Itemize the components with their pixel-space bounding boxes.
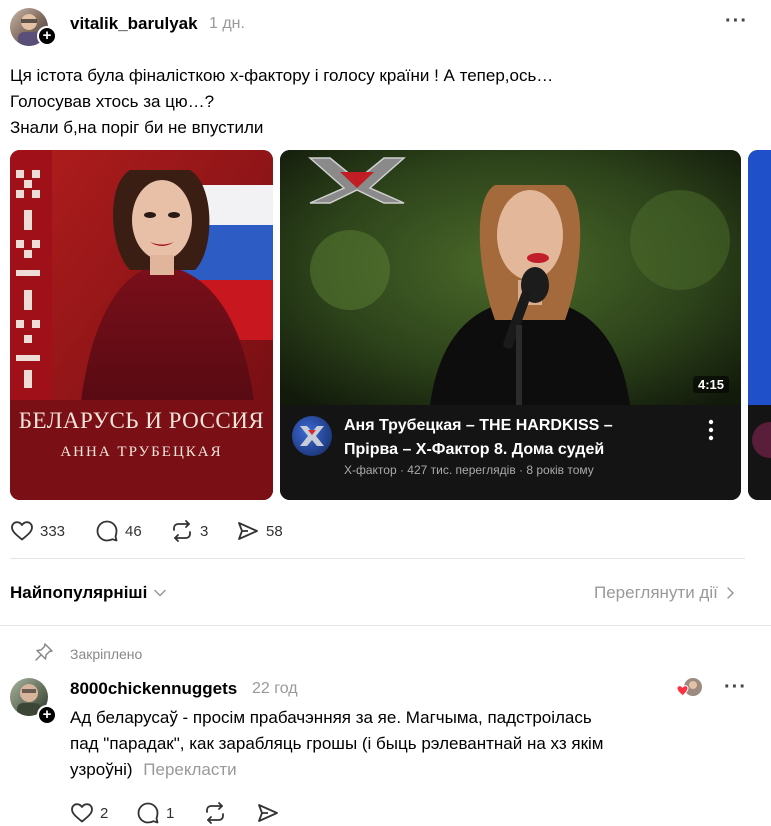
- heart-icon: [71, 803, 93, 823]
- post-body: Ця істота була фіналісткою х-фактору і г…: [10, 63, 750, 141]
- follow-plus-icon[interactable]: +: [37, 26, 57, 46]
- video-title-line[interactable]: Прірва – Х-Фактор 8. Дома судей: [344, 441, 604, 459]
- album-artist: АННА ТРУБЕЦКАЯ: [60, 444, 223, 460]
- comment-more-options-icon[interactable]: ···: [724, 676, 747, 699]
- comment-bubble-icon: [137, 802, 159, 824]
- more-options-icon[interactable]: ···: [725, 10, 748, 33]
- video-thumbnail: [280, 150, 741, 405]
- post-line: Знали б,на поріг би не впустили: [10, 118, 264, 137]
- comment-bubble-icon: [96, 520, 118, 542]
- send-icon: [238, 522, 258, 540]
- share-button[interactable]: 58: [236, 519, 283, 543]
- comment-username[interactable]: 8000chickennuggets: [70, 679, 237, 699]
- video-title-line[interactable]: Аня Трубецкая – THE HARDKISS –: [344, 417, 613, 435]
- channel-avatar-icon[interactable]: [292, 416, 332, 456]
- view-activity-label: Переглянути дії: [594, 583, 718, 602]
- comment-line: узроўні): [70, 760, 133, 779]
- sort-label: Найпопулярніші: [10, 583, 148, 602]
- post-username[interactable]: vitalik_barulyak: [70, 14, 198, 34]
- comment-repost-button[interactable]: [203, 801, 227, 825]
- media-card-partial[interactable]: [748, 150, 771, 500]
- follow-plus-icon[interactable]: +: [37, 705, 57, 725]
- repost-icon: [206, 802, 224, 824]
- chevron-down-icon: [154, 589, 167, 597]
- chevron-right-icon: [727, 587, 734, 599]
- like-count: 333: [40, 522, 66, 540]
- divider: [10, 558, 745, 559]
- comment-button[interactable]: 46: [95, 519, 142, 543]
- repost-count: 3: [200, 522, 209, 540]
- video-duration: 4:15: [693, 376, 730, 393]
- video-card[interactable]: 4:15 Аня Трубецкая – THE HARDKISS – Прір…: [280, 150, 741, 500]
- post-line: Голосував хтось за цю…?: [10, 92, 215, 111]
- album-cover-image[interactable]: БЕЛАРУСЬ И РОССИЯ АННА ТРУБЕЦКАЯ: [10, 150, 273, 500]
- pinned-label: Закріплено: [70, 646, 143, 662]
- comment-line: Ад беларусаў - просім прабачэнняя за яе.…: [70, 708, 592, 727]
- comment-line: пад "парадак", как зарабляць грошы (і бы…: [70, 734, 604, 753]
- comment-like-count: 2: [100, 804, 109, 822]
- repost-button[interactable]: 3: [170, 519, 208, 543]
- comment-reply-count: 1: [166, 804, 175, 822]
- comment-line-last: узроўні) Перекласти: [70, 757, 750, 783]
- repost-icon: [173, 520, 191, 542]
- album-title: БЕЛАРУСЬ И РОССИЯ: [18, 408, 265, 433]
- video-menu-icon[interactable]: [706, 418, 716, 442]
- translate-link[interactable]: Перекласти: [143, 760, 236, 779]
- comment-like-button[interactable]: 2: [70, 801, 108, 825]
- comment-body: Ад беларусаў - просім прабачэнняя за яе.…: [70, 705, 750, 783]
- author-liked-badge: [676, 677, 703, 699]
- comment-share-button[interactable]: [256, 801, 280, 825]
- view-activity-link[interactable]: Переглянути дії: [594, 583, 736, 603]
- post-line: Ця істота була фіналісткою х-фактору і г…: [10, 66, 554, 85]
- comment-reply-button[interactable]: 1: [136, 801, 174, 825]
- comment-count: 46: [125, 522, 142, 540]
- post-time: 1 дн.: [209, 15, 245, 32]
- pin-icon: [34, 642, 54, 667]
- divider: [0, 625, 771, 626]
- comment-time: 22 год: [252, 680, 298, 697]
- share-count: 58: [266, 522, 283, 540]
- video-meta: Х-фактор · 427 тис. переглядів · 8 років…: [344, 463, 594, 477]
- sort-dropdown[interactable]: Найпопулярніші: [10, 583, 167, 603]
- heart-icon: [11, 521, 33, 541]
- like-button[interactable]: 333: [10, 519, 65, 543]
- send-icon: [258, 804, 278, 822]
